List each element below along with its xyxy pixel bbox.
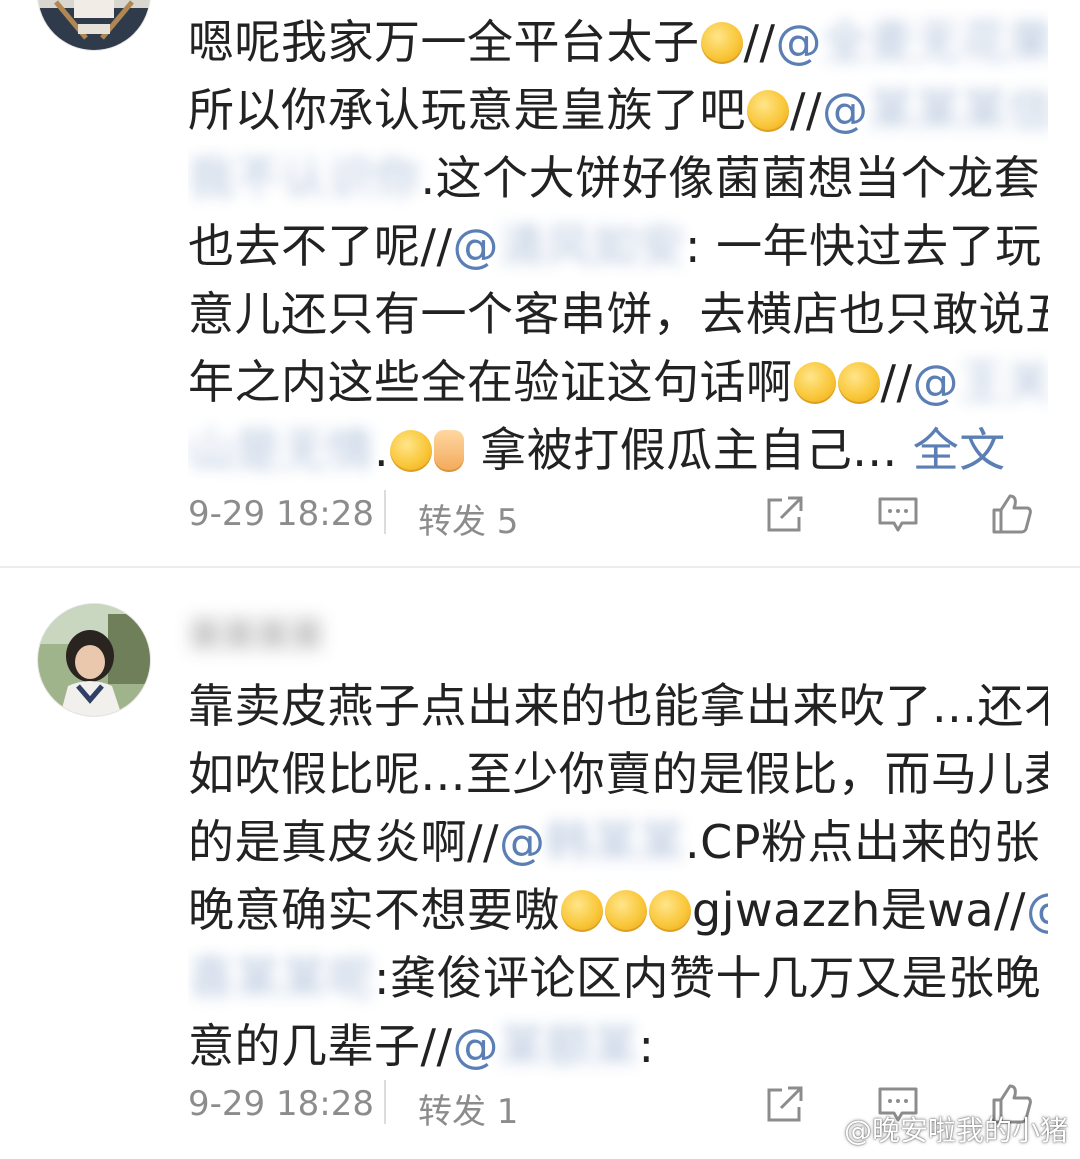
text-line: 如吹假比呢...至少你賣的是假比，而马儿麦 — [188, 740, 1048, 808]
cry-emoji — [561, 889, 603, 932]
repost-count-button[interactable]: 转发 1 — [418, 1084, 518, 1133]
text-segment: 所以你承认玩意是皇族了吧 — [188, 83, 746, 137]
redacted-username[interactable]: 喜某某呢 — [188, 944, 374, 1012]
text-line: 意的几辈子//@某额某: — [188, 1012, 1048, 1080]
cry-emoji — [605, 889, 647, 932]
watermark-text: @晚安啦我的小猪 — [843, 1114, 1068, 1147]
cry-emoji — [649, 889, 691, 932]
redacted-username[interactable]: 王关 — [959, 348, 1048, 416]
text-line: 也去不了呢//@清风如安: 一年快过去了玩 — [188, 212, 1048, 280]
text-segment: 嗯呢我家万一全平台太子 — [188, 15, 700, 69]
text-line: 年之内这些全在验证这句话啊 //@王关 — [188, 348, 1048, 416]
comment-text: 靠卖皮燕子点出来的也能拿出来吹了...还不 如吹假比呢...至少你賣的是假比，而马… — [188, 672, 1048, 1080]
laugh-cry-emoji — [390, 429, 433, 472]
text-segment: : — [638, 1019, 655, 1073]
comment-icon[interactable] — [874, 490, 922, 538]
text-line: 意儿还只有一个客串饼，去横店也只敢说五 — [188, 280, 1048, 348]
divider — [384, 490, 386, 534]
avatar-image — [38, 0, 150, 50]
divider — [384, 1080, 386, 1124]
text-segment: : 一年快过去了玩 — [685, 219, 1042, 273]
repost-count-button[interactable]: 转发 5 — [418, 494, 518, 543]
watermark: @晚安啦我的小猪 — [804, 1109, 1068, 1149]
mention-link[interactable]: @ — [776, 15, 823, 69]
shush-emoji — [747, 89, 789, 132]
share-icon[interactable] — [760, 1080, 808, 1128]
yawn-emoji — [793, 361, 836, 404]
redacted-username[interactable]: 某额某 — [499, 1012, 639, 1080]
text-segment: 意儿还只有一个客串饼，去横店也只敢说五 — [188, 287, 1048, 341]
redacted-username[interactable]: 韩某某 — [546, 808, 686, 876]
comment-card: 某某某某 靠卖皮燕子点出来的也能拿出来吹了...还不 如吹假比呢...至少你賣的是… — [0, 568, 1080, 1159]
text-line: 山是无情. 拿被打假瓜主自己... 全文 — [188, 416, 1048, 484]
text-segment: . — [374, 423, 390, 477]
pleading-emoji — [700, 21, 743, 64]
mention-link[interactable]: @ — [499, 815, 546, 869]
mention-link[interactable]: @ — [453, 219, 500, 273]
text-segment: gjwazzh是wa// — [692, 883, 1027, 937]
text-segment: // — [790, 83, 822, 137]
text-segment: 拿被打假瓜主自己... — [465, 423, 913, 477]
redacted-username[interactable]: 山是无情 — [188, 416, 374, 484]
comment-card: 嗯呢我家万一全平台太子//@全麦无花果.所以你承认玩意是皇族了吧//@某某某信啊… — [0, 0, 1080, 568]
text-segment: :龚俊评论区内赞十几万又是张晚 — [374, 951, 1041, 1005]
mention-link[interactable]: @ — [1026, 883, 1048, 937]
username[interactable]: 某某某某 — [188, 608, 408, 654]
redacted-username[interactable]: 我不认识你 — [188, 144, 421, 212]
redacted-username[interactable]: 某某某信啊 — [869, 76, 1049, 144]
text-segment: 靠卖皮燕子点出来的也能拿出来吹了...还不 — [188, 679, 1048, 733]
text-line: 我不认识你.这个大饼好像菌菌想当个龙套 — [188, 144, 1048, 212]
avatar[interactable] — [38, 604, 150, 716]
text-segment: 意的几辈子// — [188, 1019, 453, 1073]
text-segment: // — [880, 355, 913, 409]
text-line: 所以你承认玩意是皇族了吧 //@某某某信啊 — [188, 76, 1048, 144]
comment-footer: 9-29 18:28 转发 5 — [188, 490, 1048, 543]
text-segment: .CP粉点出来的张 — [685, 815, 1040, 869]
timestamp: 9-29 18:28 — [188, 1084, 374, 1124]
mention-link[interactable]: @ — [913, 355, 960, 409]
redacted-username[interactable]: 清风如安 — [499, 212, 685, 280]
text-segment: 晚意确实不想要嗷 — [188, 883, 560, 937]
avatar-image — [38, 604, 150, 716]
text-segment: 年之内这些全在验证这句话啊 — [188, 355, 793, 409]
mention-link[interactable]: @ — [822, 83, 869, 137]
text-segment: 也去不了呢// — [188, 219, 453, 273]
text-segment: 的是真皮炎啊// — [188, 815, 499, 869]
text-line: 晚意确实不想要嗷 gjwazzh是wa//@ — [188, 876, 1048, 944]
text-line: 喜某某呢:龚俊评论区内赞十几万又是张晚 — [188, 944, 1048, 1012]
full-text-link[interactable]: 全文 — [913, 423, 1006, 477]
yawn-emoji — [837, 361, 880, 404]
text-segment: 如吹假比呢...至少你賣的是假比，而马儿麦 — [188, 747, 1048, 801]
comment-text: 嗯呢我家万一全平台太子//@全麦无花果.所以你承认玩意是皇族了吧//@某某某信啊… — [188, 8, 1048, 484]
thumbs-up-emoji — [434, 429, 465, 472]
share-icon[interactable] — [760, 490, 808, 538]
text-segment: // — [743, 15, 776, 69]
text-segment: .这个大饼好像菌菌想当个龙套 — [420, 151, 1041, 205]
weibo-logo-icon — [804, 1119, 840, 1145]
avatar[interactable] — [38, 0, 150, 50]
mention-link[interactable]: @ — [453, 1019, 500, 1073]
like-icon[interactable] — [988, 490, 1036, 538]
text-line: 的是真皮炎啊//@韩某某.CP粉点出来的张 — [188, 808, 1048, 876]
text-line: 靠卖皮燕子点出来的也能拿出来吹了...还不 — [188, 672, 1048, 740]
timestamp: 9-29 18:28 — [188, 494, 374, 534]
text-line: 嗯呢我家万一全平台太子//@全麦无花果. — [188, 8, 1048, 76]
redacted-username[interactable]: 全麦无花果 — [822, 8, 1048, 76]
